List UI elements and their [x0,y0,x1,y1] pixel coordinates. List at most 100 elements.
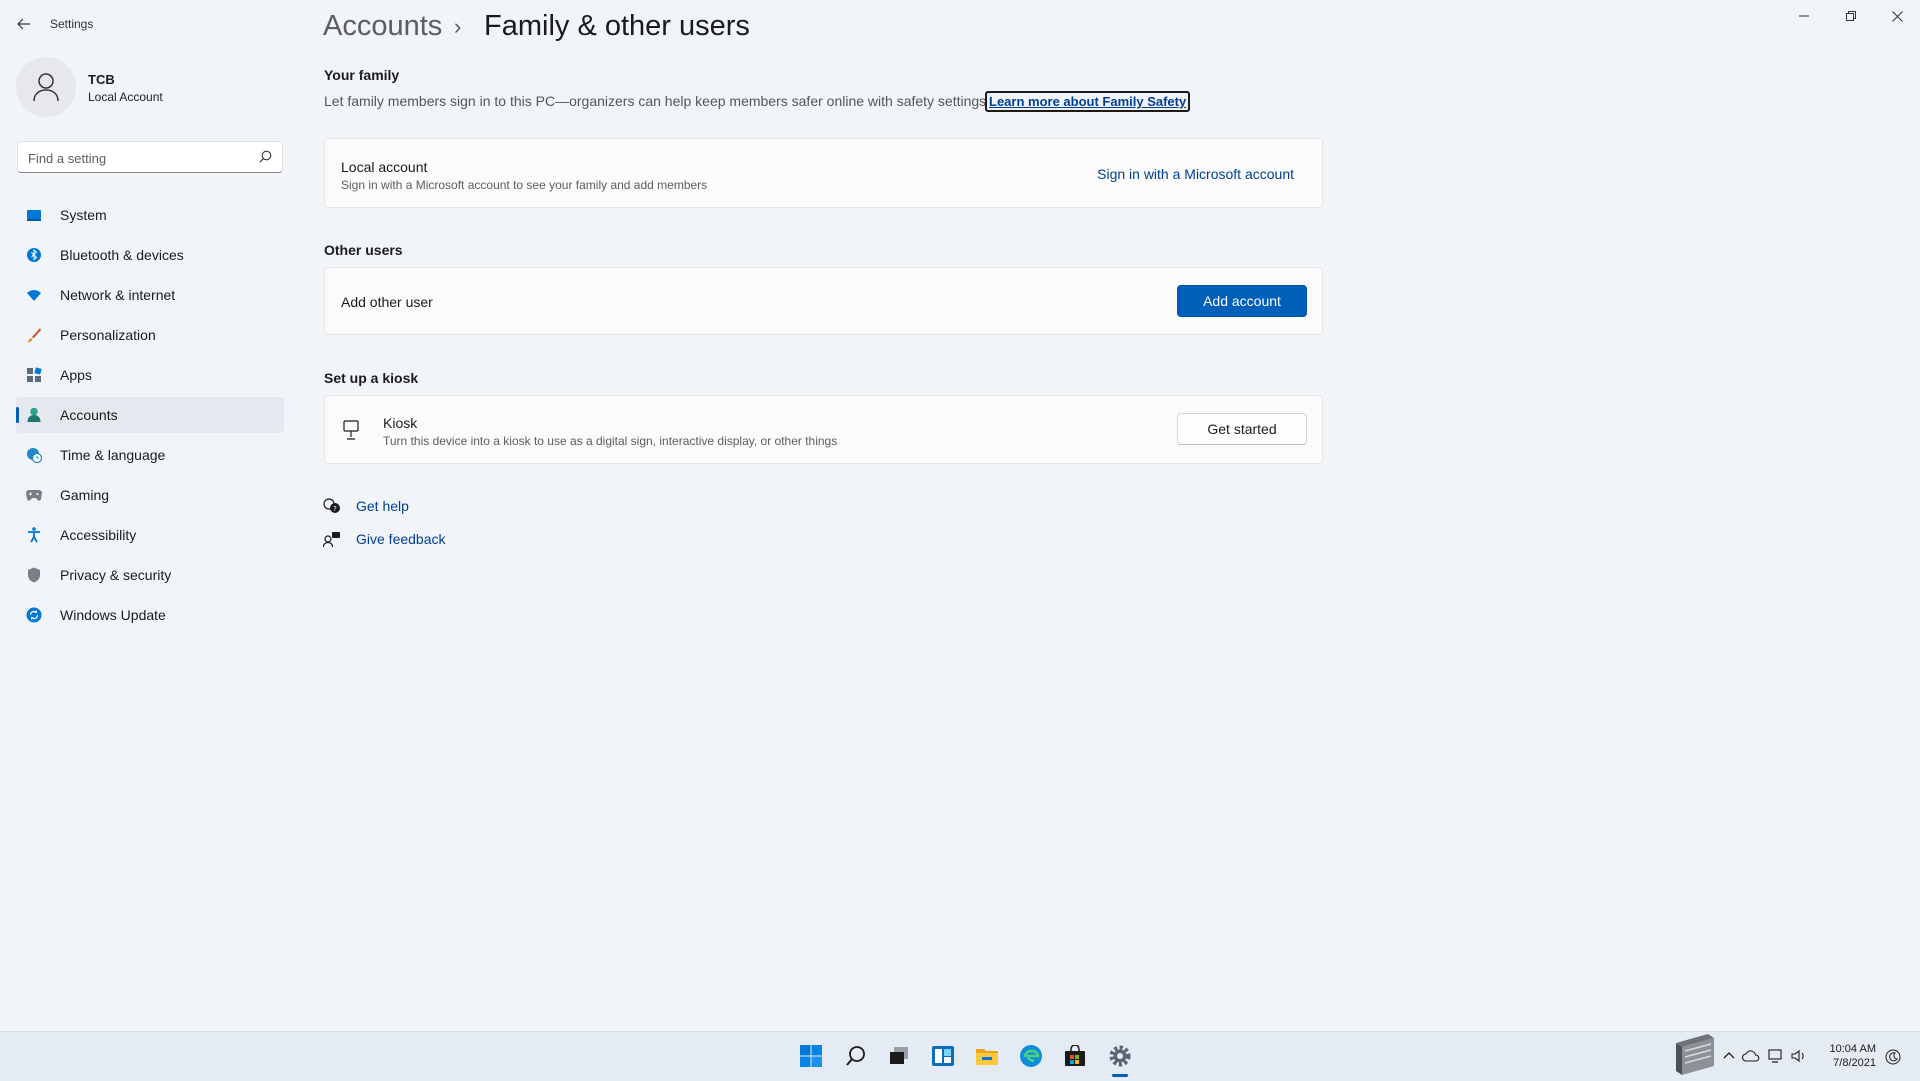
store-icon [1065,1045,1085,1066]
sidebar-item-label: Time & language [60,447,166,463]
sidebar-item-label: Personalization [60,327,156,343]
notification-moon-icon [1885,1049,1901,1065]
svg-text:?: ? [333,505,337,513]
update-icon [26,607,42,623]
network-status-button[interactable] [1767,1048,1785,1064]
family-description: Let family members sign in to this PC—or… [324,93,987,109]
sidebar-item-label: Privacy & security [60,567,172,583]
back-button[interactable] [12,12,36,36]
gamepad-icon [26,487,42,503]
app-title: Settings [50,17,94,31]
sidebar-item-label: Network & internet [60,287,176,303]
clock-date: 7/8/2021 [1833,1057,1876,1069]
minimize-icon [1799,15,1809,17]
sidebar-item-label: Apps [60,367,92,383]
sign-in-microsoft-account-link[interactable]: Sign in with a Microsoft account [1097,166,1294,182]
get-help-link[interactable]: Get help [356,498,409,514]
show-hidden-icons-button[interactable] [1722,1048,1736,1062]
clock-time: 10:04 AM [1829,1043,1876,1055]
search-box[interactable] [17,141,283,174]
avatar[interactable] [16,57,76,117]
section-title-your-family: Your family [324,67,400,83]
sidebar-item-label: System [60,207,107,223]
sidebar-item-label: Accounts [60,407,118,423]
local-account-card: Local account Sign in with a Microsoft a… [324,138,1323,208]
sidebar-item-personalization[interactable]: Personalization [16,317,284,353]
settings-icon [1109,1045,1131,1067]
close-icon [1891,10,1903,22]
accessibility-icon [26,527,42,543]
shield-icon [26,567,42,583]
start-button[interactable] [795,1040,827,1072]
card-title: Add other user [341,294,433,310]
cloud-icon [1742,1050,1760,1062]
chevron-up-icon [1723,1052,1735,1059]
restore-icon [1846,11,1856,21]
kiosk-icon [343,420,359,445]
help-icon: ? [323,498,341,519]
learn-more-family-safety-link[interactable]: Learn more about Family Safety [985,91,1191,112]
page-title: Family & other users [484,10,750,42]
card-title: Local account [341,159,428,175]
sidebar-item-network[interactable]: Network & internet [16,277,284,313]
notifications-button[interactable] [1884,1048,1902,1066]
wifi-icon [26,287,42,303]
search-icon [846,1046,865,1066]
sidebar-item-label: Windows Update [60,607,166,623]
notebook-icon [1676,1034,1714,1075]
sidebar-item-bluetooth[interactable]: Bluetooth & devices [16,237,284,273]
edge-button[interactable] [1015,1040,1047,1072]
task-view-icon [890,1047,908,1064]
give-feedback-link[interactable]: Give feedback [356,531,446,547]
sidebar-item-apps[interactable]: Apps [16,357,284,393]
card-title: Kiosk [383,415,418,431]
section-title-kiosk: Set up a kiosk [324,370,419,386]
sidebar-nav: System Bluetooth & devices Network & int… [16,197,284,637]
search-input[interactable] [26,142,250,174]
file-explorer-icon [976,1049,998,1065]
widgets-button[interactable] [927,1040,959,1072]
sidebar-item-system[interactable]: System [16,197,284,233]
kiosk-card: Kiosk Turn this device into a kiosk to u… [324,395,1323,464]
person-placeholder-icon [33,73,59,102]
brush-icon [26,327,42,343]
card-subtitle: Turn this device into a kiosk to use as … [383,434,838,448]
speaker-icon [1791,1049,1804,1063]
apps-icon [26,367,42,383]
minimize-button[interactable] [1783,6,1825,26]
search-icon [259,150,272,163]
edge-icon [1020,1045,1042,1067]
back-arrow-icon [17,18,30,30]
onedrive-button[interactable] [1741,1048,1761,1064]
add-other-user-card: Add other user Add account [324,267,1323,335]
volume-button[interactable] [1790,1048,1808,1064]
sidebar-item-label: Gaming [60,487,110,503]
windows-start-icon [800,1045,822,1067]
store-button[interactable] [1059,1040,1091,1072]
profile-name: TCB [88,72,115,87]
settings-taskbar-button[interactable] [1104,1040,1136,1072]
bluetooth-icon [26,247,42,263]
restore-button[interactable] [1830,6,1872,26]
sidebar-item-gaming[interactable]: Gaming [16,477,284,513]
breadcrumb-parent[interactable]: Accounts [323,10,442,43]
task-view-button[interactable] [883,1040,915,1072]
sidebar-item-accessibility[interactable]: Accessibility [16,517,284,553]
sidebar-item-label: Accessibility [60,527,137,543]
close-button[interactable] [1876,6,1918,26]
sidebar-item-accounts[interactable]: Accounts [16,397,284,433]
file-explorer-button[interactable] [971,1040,1003,1072]
sidebar-item-time-language[interactable]: Time & language [16,437,284,473]
sidebar-item-windows-update[interactable]: Windows Update [16,597,284,633]
taskbar-search-button[interactable] [840,1040,872,1072]
sidebar-item-privacy[interactable]: Privacy & security [16,557,284,593]
tray-notebook[interactable] [1668,1030,1718,1078]
get-started-button[interactable]: Get started [1177,413,1307,445]
person-icon [26,407,42,423]
taskbar-clock[interactable]: 10:04 AM 7/8/2021 [1830,1042,1876,1070]
widgets-icon [932,1046,954,1066]
add-account-button[interactable]: Add account [1177,285,1307,317]
active-app-indicator [1112,1074,1128,1077]
taskbar [0,1031,1920,1081]
section-title-other-users: Other users [324,242,403,258]
